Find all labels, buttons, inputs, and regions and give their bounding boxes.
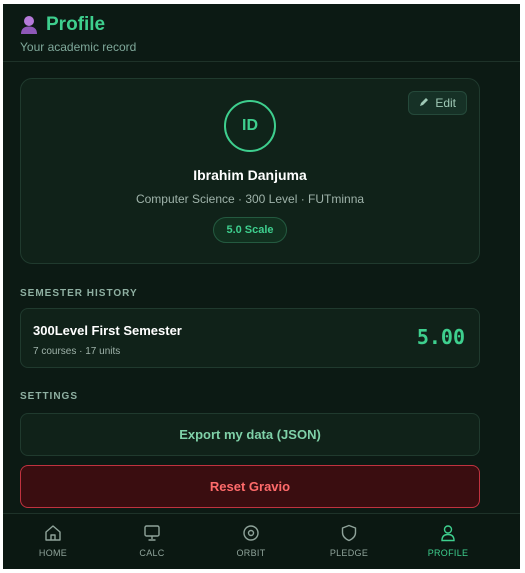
profile-meta: Computer Science · 300 Level · FUTminna <box>135 192 365 206</box>
scale-badge: 5.0 Scale <box>213 217 287 243</box>
semester-card[interactable]: 300Level First Semester 7 courses · 17 u… <box>20 308 480 368</box>
settings-label: SETTINGS <box>20 391 79 402</box>
profile-card: Edit ID Ibrahim Danjuma Computer Science… <box>20 78 480 264</box>
export-data-button[interactable]: Export my data (JSON) <box>20 413 480 456</box>
pencil-icon <box>419 96 429 110</box>
page-header: Profile Your academic record <box>3 4 520 62</box>
profile-name: Ibrahim Danjuma <box>193 167 307 183</box>
home-icon <box>13 524 93 544</box>
person-icon <box>20 15 38 35</box>
nav-label-pledge: PLEDGE <box>329 548 369 558</box>
semester-name: 300Level First Semester <box>33 323 182 338</box>
edit-label: Edit <box>435 96 456 110</box>
edit-profile-button[interactable]: Edit <box>408 91 467 115</box>
nav-label-calc: CALC <box>139 548 165 558</box>
nav-item-pledge[interactable]: PLEDGE <box>309 524 389 558</box>
page-subtitle: Your academic record <box>20 40 137 54</box>
scale-badge-wrap: 5.0 Scale <box>21 217 479 243</box>
nav-label-profile: PROFILE <box>427 548 469 558</box>
avatar: ID <box>224 100 276 152</box>
orbit-icon <box>211 524 291 544</box>
app-screen: Profile Your academic record Edit ID Ibr… <box>3 4 520 569</box>
semester-detail: 7 courses · 17 units <box>33 346 121 357</box>
semester-gpa: 5.00 <box>416 325 465 349</box>
bottom-nav: HOME CALC ORBIT PLEDGE PROFILE <box>3 513 520 569</box>
nav-item-home[interactable]: HOME <box>13 524 93 558</box>
shield-icon <box>309 524 389 544</box>
monitor-icon <box>112 524 192 544</box>
page-title: Profile <box>46 14 106 35</box>
semester-history-label: SEMESTER HISTORY <box>20 288 138 299</box>
nav-label-orbit: ORBIT <box>236 548 266 558</box>
nav-label-home: HOME <box>38 548 68 558</box>
nav-item-orbit[interactable]: ORBIT <box>211 524 291 558</box>
nav-item-profile[interactable]: PROFILE <box>408 524 488 558</box>
reset-button[interactable]: Reset Gravio <box>20 465 480 508</box>
user-icon <box>408 524 488 544</box>
page-title-row: Profile <box>20 12 105 38</box>
nav-item-calc[interactable]: CALC <box>112 524 192 558</box>
